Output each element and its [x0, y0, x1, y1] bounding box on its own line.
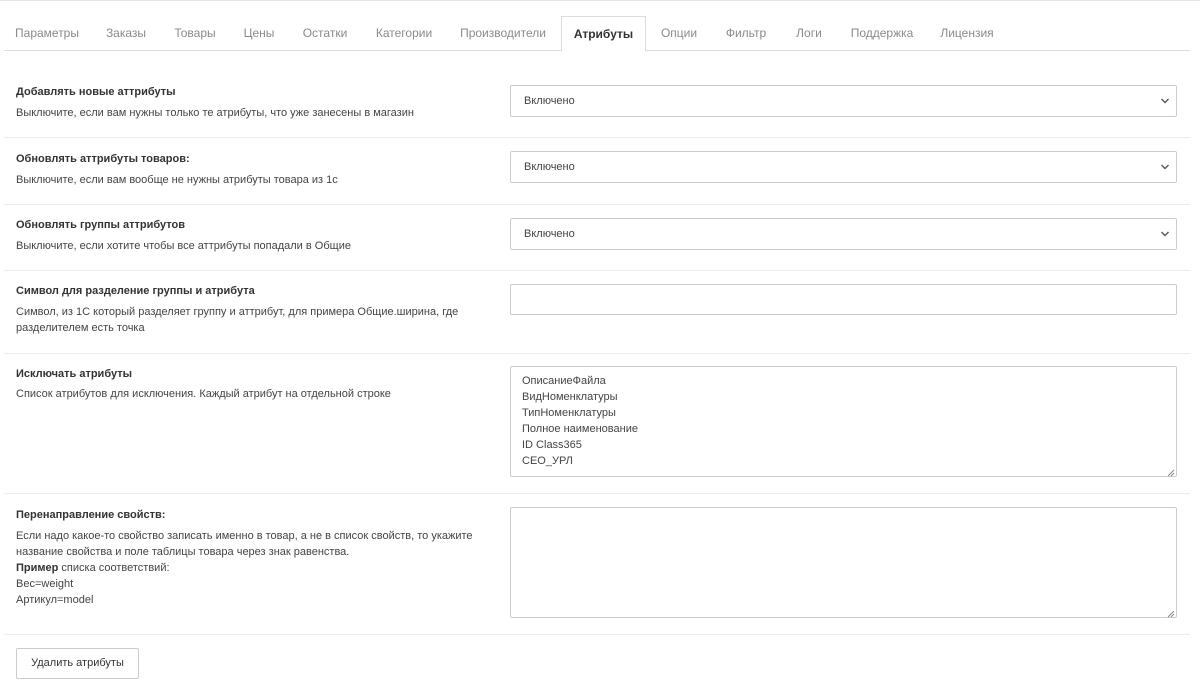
textarea-line: СЕО_УРЛ — [522, 455, 573, 467]
tab-bar: Параметры Заказы Товары Цены Остатки Кат… — [4, 16, 1190, 52]
property-redirect-textarea[interactable] — [510, 507, 1177, 618]
setting-row-add-new: Добавлять новые аттрибуты Выключите, есл… — [4, 72, 1190, 138]
tab-license[interactable]: Лицензия — [928, 16, 1006, 51]
textarea-line: ВидНоменклатуры — [522, 391, 618, 403]
setting-help: Список атрибутов для исключения. Каждый … — [16, 388, 391, 400]
setting-row-update-groups: Обновлять группы аттрибутов Выключите, е… — [4, 205, 1190, 271]
tab-attributes[interactable]: Атрибуты — [561, 16, 646, 52]
setting-title: Перенаправление свойств: — [16, 509, 166, 521]
setting-row-separator: Символ для разделение группы и атрибута … — [4, 271, 1190, 354]
setting-help: Символ, из 1С который разделяет группу и… — [16, 306, 459, 334]
tab-options[interactable]: Опции — [648, 16, 710, 51]
tab-filter[interactable]: Фильтр — [712, 16, 780, 51]
textarea-line: ID Class365 — [522, 439, 582, 451]
setting-row-update-product-attrs: Обновлять аттрибуты товаров: Выключите, … — [4, 138, 1190, 205]
tab-parameters[interactable]: Параметры — [4, 16, 90, 51]
resize-handle-icon[interactable] — [1166, 607, 1175, 618]
select-value: Включено — [524, 228, 575, 240]
setting-help: Выключите, если хотите чтобы все аттрибу… — [16, 240, 351, 252]
setting-title: Добавлять новые аттрибуты — [16, 86, 176, 98]
select-value: Включено — [524, 95, 575, 107]
exclude-attributes-textarea[interactable]: ОписаниеФайла ВидНоменклатуры ТипНоменкл… — [510, 366, 1177, 477]
tab-orders[interactable]: Заказы — [92, 16, 160, 51]
textarea-line: ОписаниеФайла — [522, 375, 606, 387]
tab-logs[interactable]: Логи — [782, 16, 836, 51]
chevron-down-icon — [1160, 219, 1170, 262]
setting-help: Выключите, если вам нужны только те атри… — [16, 107, 414, 119]
setting-help: Выключите, если вам вообще не нужны атри… — [16, 174, 338, 186]
setting-row-exclude: Исключать атрибуты Список атрибутов для … — [4, 354, 1190, 494]
update-attribute-groups-select[interactable]: Включено — [510, 218, 1177, 250]
example-bold: Пример — [16, 562, 59, 574]
example-line: Артикул=model — [16, 594, 94, 606]
setting-title: Обновлять группы аттрибутов — [16, 219, 185, 231]
add-new-attributes-select[interactable]: Включено — [510, 85, 1177, 117]
delete-attributes-button[interactable]: Удалить атрибуты — [16, 648, 139, 679]
redirect-example-heading: Пример списка соответствий: — [16, 560, 486, 576]
redirect-help-text: Если надо какое-то свойство записать име… — [16, 530, 473, 558]
textarea-line: Полное наименование — [522, 423, 638, 435]
setting-row-redirect: Перенаправление свойств: Если надо какое… — [4, 494, 1190, 635]
tab-stock[interactable]: Остатки — [290, 16, 360, 51]
resize-handle-icon[interactable] — [1166, 466, 1175, 477]
setting-help: Если надо какое-то свойство записать име… — [16, 528, 486, 608]
top-divider — [0, 0, 1200, 4]
update-product-attributes-select[interactable]: Включено — [510, 151, 1177, 183]
textarea-line: ТипНоменклатуры — [522, 407, 616, 419]
chevron-down-icon — [1160, 152, 1170, 195]
chevron-down-icon — [1160, 86, 1170, 129]
setting-title: Обновлять аттрибуты товаров: — [16, 153, 190, 165]
tab-categories[interactable]: Категории — [362, 16, 446, 51]
select-value: Включено — [524, 161, 575, 173]
separator-symbol-input[interactable] — [510, 284, 1177, 315]
tab-support[interactable]: Поддержка — [838, 16, 926, 51]
tab-prices[interactable]: Цены — [230, 16, 288, 51]
example-rest: списка соответствий: — [58, 562, 170, 574]
setting-title: Исключать атрибуты — [16, 368, 133, 380]
tab-manufacturers[interactable]: Производители — [448, 16, 558, 51]
setting-title: Символ для разделение группы и атрибута — [16, 285, 255, 297]
example-line: Вес=weight — [16, 578, 74, 590]
tab-products[interactable]: Товары — [162, 16, 228, 51]
